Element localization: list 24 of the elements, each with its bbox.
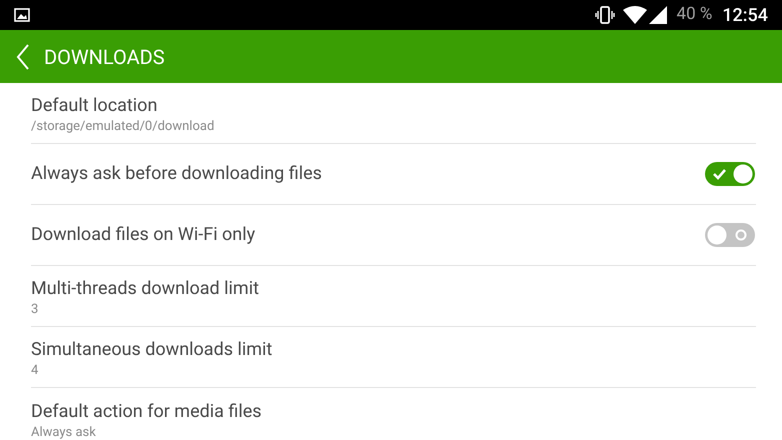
setting-title: Multi-threads download limit xyxy=(31,277,260,301)
signal-icon xyxy=(648,6,667,24)
vibrate-icon xyxy=(594,6,615,24)
image-icon xyxy=(14,8,30,22)
setting-row[interactable]: Default location /storage/emulated/0/download xyxy=(31,83,756,144)
setting-value: Always ask xyxy=(31,424,97,440)
back-icon xyxy=(16,44,30,70)
wifi-icon xyxy=(622,6,647,24)
setting-title: Always ask before downloading files xyxy=(31,162,323,186)
setting-row[interactable]: Default action for media files Always ask xyxy=(31,388,756,440)
setting-row[interactable]: Simultaneous downloads limit 4 xyxy=(31,327,756,388)
toggle-switch[interactable] xyxy=(704,161,756,187)
setting-title: Download files on Wi-Fi only xyxy=(31,223,256,247)
setting-title: Simultaneous downloads limit xyxy=(31,338,274,362)
setting-title: Default action for media files xyxy=(31,400,263,424)
setting-value: /storage/emulated/0/download xyxy=(31,118,216,136)
setting-row[interactable]: Multi-threads download limit 3 xyxy=(31,266,756,327)
screen-title: DOWNLOADS xyxy=(44,44,165,70)
battery-level: 40 % xyxy=(676,3,712,26)
toggle-switch[interactable] xyxy=(704,222,756,248)
setting-value: 4 xyxy=(31,362,40,380)
setting-title: Default location xyxy=(31,94,158,118)
clock-time: 12:54 xyxy=(722,4,768,28)
setting-value: 3 xyxy=(31,301,40,319)
